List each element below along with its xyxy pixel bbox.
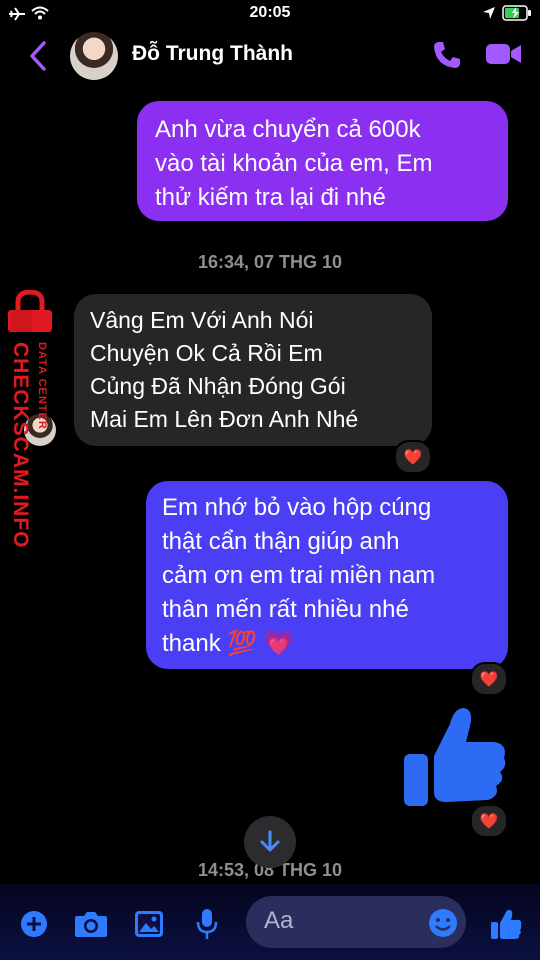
reaction-badge[interactable]: ❤️ [470, 662, 508, 696]
message-line: Chuyện Ok Cả Rồi Em [90, 340, 323, 366]
message-bubble-outgoing[interactable]: Anh vừa chuyển cả 600k vào tài khoản của… [137, 101, 508, 221]
microphone-icon[interactable] [196, 908, 218, 940]
reaction-badge[interactable]: ❤️ [470, 804, 508, 838]
message-line: Mai Em Lên Đơn Anh Nhé [90, 406, 359, 432]
message-line: thật cẩn thận giúp anh [162, 528, 400, 555]
message-line: Củng Đã Nhận Đóng Gói [90, 373, 346, 399]
heart-icon: ❤️ [479, 671, 499, 688]
message-line: cảm ơn em trai miền nam [162, 562, 436, 589]
watermark-brand: CHECKSCAM.INFO [9, 342, 32, 549]
watermark-sub: DATA CENTER [36, 342, 48, 430]
composer-bar: Aa [0, 884, 540, 960]
plus-icon[interactable] [20, 910, 48, 938]
video-call-icon[interactable] [486, 42, 522, 66]
message-input[interactable]: Aa [246, 896, 466, 948]
message-line: vào tài khoản của em, Em [155, 150, 433, 177]
phone-icon[interactable] [432, 40, 462, 70]
emoji-icon[interactable] [428, 908, 458, 938]
message-bubble-outgoing[interactable]: Em nhớ bỏ vào hộp cúng thật cẩn thận giú… [146, 481, 508, 669]
conversation-header: Đỗ Trung Thành [0, 28, 540, 84]
like-icon[interactable] [490, 908, 522, 940]
back-icon[interactable] [28, 40, 48, 72]
heart-icon: ❤️ [403, 449, 423, 466]
message-line: thân mến rất nhiều nhé [162, 596, 409, 623]
camera-icon[interactable] [74, 910, 108, 938]
message-line: thank 💯 💗 [162, 630, 294, 657]
avatar[interactable] [70, 32, 118, 80]
message-line: Anh vừa chuyển cả 600k [155, 116, 421, 143]
status-time: 20:05 [249, 4, 291, 21]
message-line: thử kiếm tra lại đi nhé [155, 184, 386, 211]
contact-name[interactable]: Đỗ Trung Thành [132, 42, 293, 66]
watermark: CHECKSCAM.INFO DATA CENTER [2, 290, 58, 560]
scroll-to-bottom-button[interactable] [244, 816, 296, 868]
reaction-badge[interactable]: ❤️ [394, 440, 432, 474]
gallery-icon[interactable] [134, 910, 164, 938]
heart-icon: ❤️ [479, 813, 499, 830]
thumbs-up-sticker-icon[interactable] [400, 702, 510, 812]
location-icon [483, 7, 495, 19]
message-input-placeholder: Aa [264, 907, 294, 934]
battery-icon [502, 5, 531, 21]
message-line: Em nhớ bỏ vào hộp cúng [162, 494, 432, 521]
status-bar: 20:05 [0, 0, 540, 28]
arrow-down-icon [260, 830, 280, 852]
message-bubble-incoming[interactable]: Vâng Em Với Anh Nói Chuyện Ok Cả Rồi Em … [74, 294, 432, 446]
message-line: Vâng Em Với Anh Nói [90, 307, 314, 333]
timestamp: 16:34, 07 THG 10 [197, 252, 343, 272]
lock-logo-icon [8, 290, 52, 332]
